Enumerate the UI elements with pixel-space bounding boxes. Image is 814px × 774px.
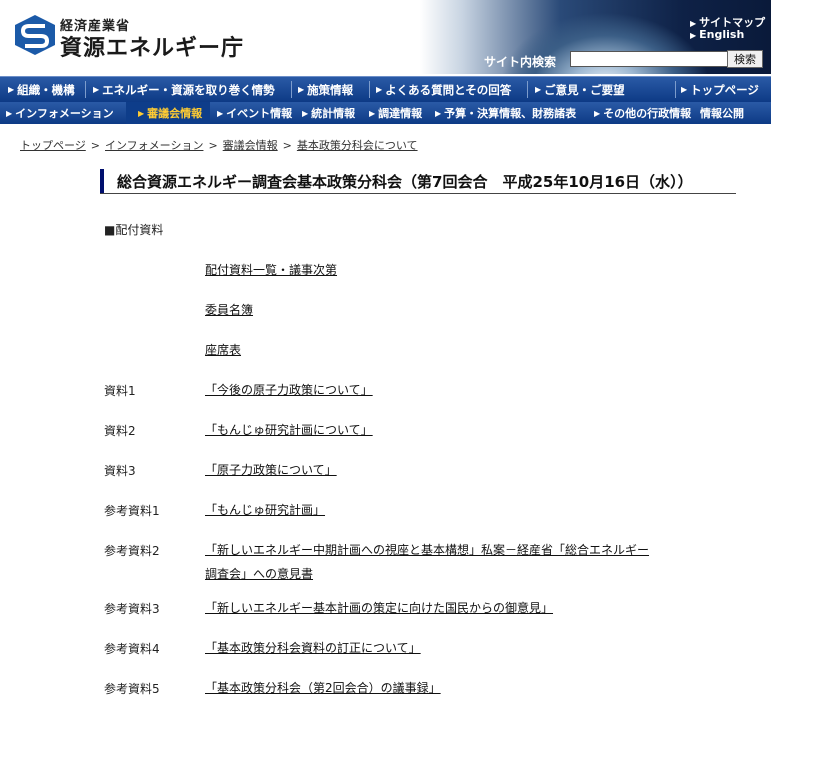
doc-label: 資料3 [104,464,136,478]
site-search-input[interactable] [570,51,728,67]
nav-budget[interactable]: ▶ 予算・決算情報、財務諸表 [435,102,576,124]
doc-link-material-3[interactable]: 「原子力政策について」 [205,459,337,482]
doc-link-reference-5[interactable]: 「基本政策分科会（第2回会合）の議事録」 [205,677,441,700]
english-link[interactable]: ▶ English [690,28,744,41]
site-header: 経済産業省 資源エネルギー庁 ▶ サイトマップ ▶ English サイト内検索 検… [0,0,771,74]
arrow-right-icon: ▶ [6,108,13,118]
site-search-label: サイト内検索 [484,55,557,69]
nav-organization[interactable]: ▶ 組織・機構 [8,77,75,102]
breadcrumb: トップページ > インフォメーション > 審議会情報 > 基本政策分科会について [20,137,418,153]
nav-divider [675,81,676,98]
doc-label: 参考資料1 [104,504,160,518]
doc-label: 資料1 [104,384,136,398]
arrow-right-icon: ▶ [93,85,100,94]
arrow-right-icon: ▶ [681,85,688,94]
nav-statistics[interactable]: ▶ 統計情報 [302,102,355,124]
arrow-right-icon: ▶ [8,85,15,94]
title-underline [100,193,736,194]
nav-faq[interactable]: ▶ よくある質問とその回答 [376,77,511,102]
breadcrumb-basic-policy[interactable]: 基本政策分科会について [297,139,418,152]
doc-link-member-list[interactable]: 委員名簿 [205,299,253,322]
arrow-right-icon: ▶ [298,85,305,94]
doc-link-seating[interactable]: 座席表 [205,339,241,362]
arrow-right-icon: ▶ [138,108,145,118]
agency-name[interactable]: 資源エネルギー庁 [60,30,244,62]
nav-information[interactable]: ▶ インフォメーション [6,102,114,124]
breadcrumb-separator: > [90,139,100,152]
arrow-right-icon: ▶ [594,108,601,118]
nav-divider [85,81,86,98]
breadcrumb-top-page[interactable]: トップページ [20,139,86,152]
nav-procurement[interactable]: ▶ 調達情報 [369,102,422,124]
nav-divider [527,81,528,98]
nav-top-page[interactable]: ▶ トップページ [681,77,759,102]
nav-divider [369,81,370,98]
primary-nav: ▶ 組織・機構 ▶ エネルギー・資源を取り巻く情勢 ▶ 施策情報 ▶ よくある質問とその… [0,76,771,102]
breadcrumb-council-info[interactable]: 審議会情報 [223,139,278,152]
nav-energy-situation[interactable]: ▶ エネルギー・資源を取り巻く情勢 [93,77,275,102]
search-button[interactable]: 検索 [727,50,763,68]
arrow-right-icon: ▶ [690,19,697,28]
doc-link-material-2[interactable]: 「もんじゅ研究計画について」 [205,419,373,442]
doc-link-reference-2-line2[interactable]: 調査会」への意見書 [205,563,313,586]
nav-council-info[interactable]: ▶ 審議会情報 [138,102,202,124]
doc-link-reference-2[interactable]: 「新しいエネルギー中期計画への視座と基本構想」私案－経産省「総合エネルギー [205,539,649,562]
doc-label: 参考資料4 [104,642,160,656]
arrow-right-icon: ▶ [302,108,309,118]
doc-link-reference-3[interactable]: 「新しいエネルギー基本計画の策定に向けた国民からの御意見」 [205,597,553,620]
nav-other-admin-info[interactable]: ▶ その他の行政情報 [594,102,691,124]
breadcrumb-separator: > [208,139,218,152]
arrow-right-icon: ▶ [217,108,224,118]
doc-link-material-1[interactable]: 「今後の原子力政策について」 [205,379,373,402]
doc-link-reference-1[interactable]: 「もんじゅ研究計画」 [205,499,325,522]
arrow-right-icon: ▶ [376,85,383,94]
section-heading: ■配付資料 [104,223,164,237]
nav-event-info[interactable]: ▶ イベント情報 [217,102,292,124]
nav-divider [291,81,292,98]
page-title: 総合資源エネルギー調査会基本政策分科会（第7回会合 平成25年10月16日（水）… [117,173,693,191]
agency-logo-icon[interactable] [14,14,56,56]
nav-policy-info[interactable]: ▶ 施策情報 [298,77,353,102]
nav-disclosure[interactable]: 情報公開 [700,102,744,124]
breadcrumb-separator: > [282,139,292,152]
doc-label: 参考資料2 [104,544,160,558]
doc-label: 資料2 [104,424,136,438]
nav-feedback[interactable]: ▶ ご意見・ご要望 [535,77,625,102]
title-accent-bar [100,169,104,193]
secondary-nav: ▶ インフォメーション ▶ 審議会情報 ▶ イベント情報 ▶ 統計情報 ▶ 調達情報 ▶ 予… [0,102,771,124]
arrow-right-icon: ▶ [435,108,442,118]
breadcrumb-information[interactable]: インフォメーション [105,139,203,152]
doc-label: 参考資料3 [104,602,160,616]
doc-link-agenda[interactable]: 配付資料一覧・議事次第 [205,259,337,282]
arrow-right-icon: ▶ [535,85,542,94]
doc-link-reference-4[interactable]: 「基本政策分科会資料の訂正について」 [205,637,421,660]
arrow-right-icon: ▶ [690,31,697,40]
arrow-right-icon: ▶ [369,108,376,118]
doc-label: 参考資料5 [104,682,160,696]
